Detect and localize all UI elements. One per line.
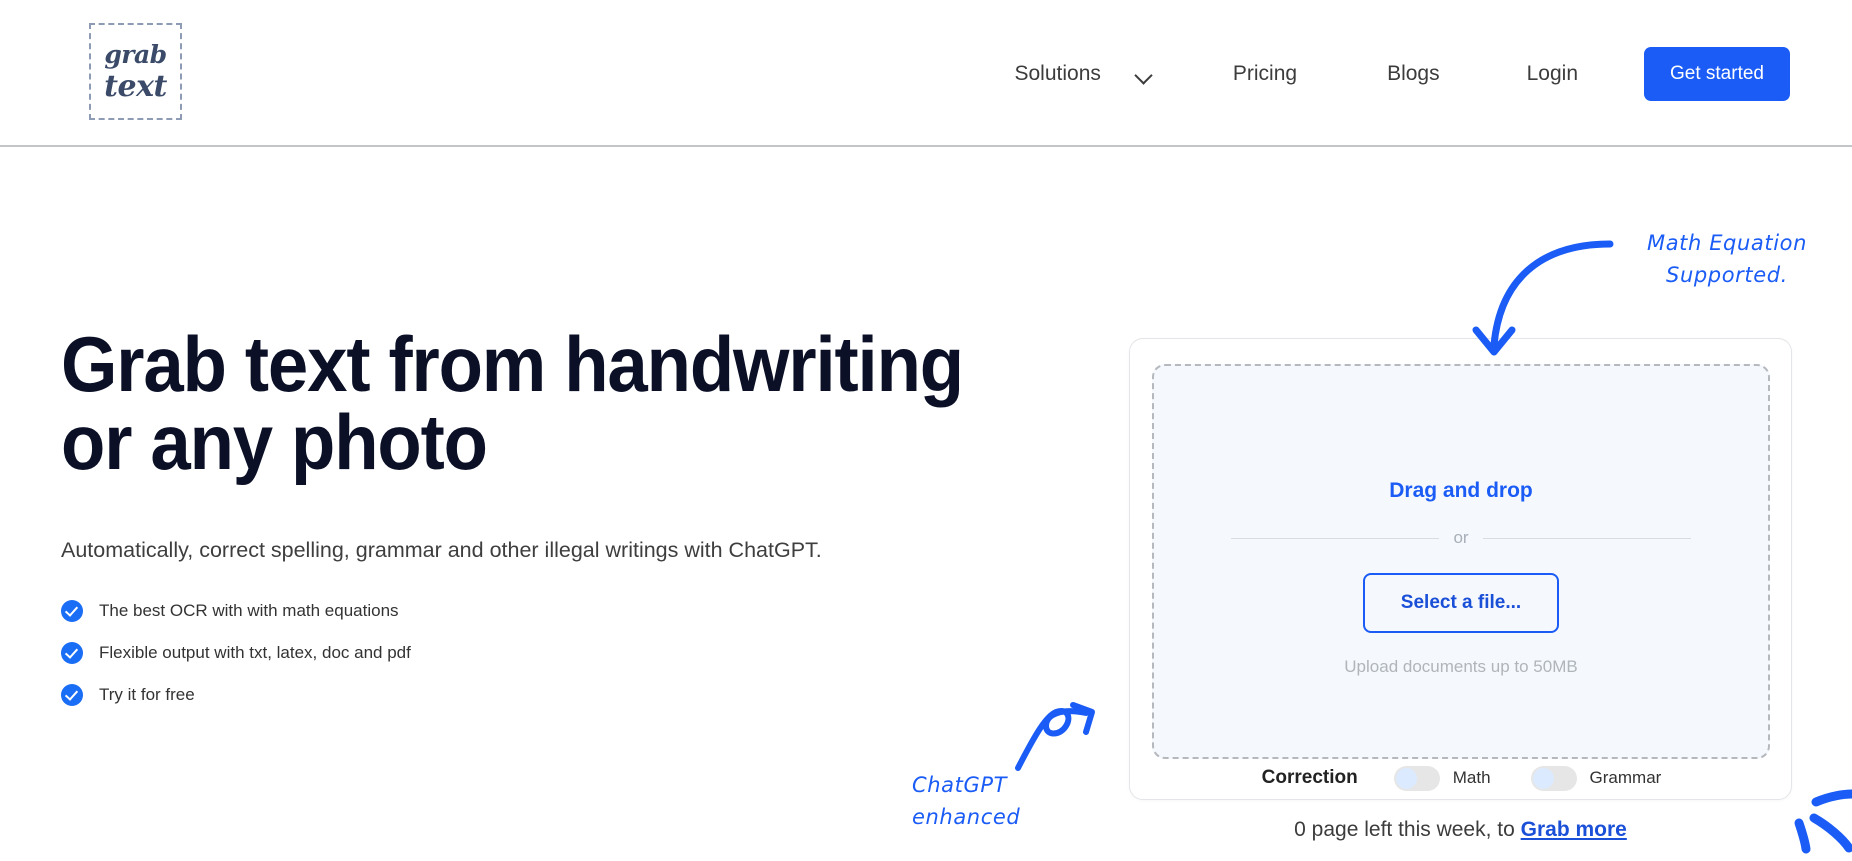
or-divider: or (1231, 528, 1691, 548)
annotation-chatgpt-line-2: enhanced (912, 804, 1021, 829)
upload-size-hint: Upload documents up to 50MB (1344, 657, 1578, 676)
sparkle-burst-icon (1794, 789, 1852, 854)
check-circle-icon (61, 642, 83, 665)
check-circle-icon (61, 600, 83, 623)
landing-page: grab text Solutions Pricing Blogs Login … (0, 0, 1852, 861)
divider-line-left (1231, 537, 1440, 539)
annotation-math-line-2: Supported. (1666, 262, 1788, 287)
list-item-label: Try it for free (99, 685, 195, 705)
grammar-toggle[interactable] (1530, 765, 1577, 791)
select-file-button[interactable]: Select a file... (1362, 573, 1560, 633)
logo-line-1: grab (104, 39, 167, 69)
nav-item-login[interactable]: Login (1527, 62, 1578, 86)
get-started-button[interactable]: Get started (1644, 46, 1790, 101)
annotation-math-line-1: Math Equation (1646, 231, 1807, 255)
nav-item-solutions[interactable]: Solutions (1014, 62, 1152, 86)
site-header: grab text Solutions Pricing Blogs Login … (0, 0, 1852, 147)
list-item: Flexible output with txt, latex, doc and… (61, 642, 1071, 665)
main-nav: Solutions Pricing Blogs Login Get starte… (1014, 0, 1790, 147)
annotation-math-equation: Math Equation Supported. (1632, 228, 1822, 291)
file-dropzone[interactable]: Drag and drop or Select a file... Upload… (1152, 364, 1770, 759)
math-toggle-label: Math (1452, 768, 1491, 787)
grab-more-link[interactable]: Grab more (1521, 818, 1627, 841)
toggle-knob (1395, 767, 1417, 789)
chevron-down-icon (1135, 69, 1153, 79)
or-label: or (1453, 528, 1469, 547)
nav-item-blogs[interactable]: Blogs (1387, 62, 1440, 86)
correction-label: Correction (1261, 767, 1358, 788)
nav-item-solutions-label: Solutions (1014, 61, 1101, 85)
hero-section: Grab text from handwriting or any photo … (61, 325, 1071, 726)
list-item-label: The best OCR with with math equations (99, 601, 399, 621)
list-item: The best OCR with with math equations (61, 600, 1071, 623)
feature-list: The best OCR with with math equations Fl… (61, 600, 1071, 707)
divider-line-right (1482, 537, 1691, 539)
drag-and-drop-label: Drag and drop (1389, 479, 1533, 502)
hero-subtitle: Automatically, correct spelling, grammar… (61, 538, 822, 562)
page-title: Grab text from handwriting or any photo (61, 320, 964, 486)
list-item: Try it for free (61, 684, 1071, 707)
curved-arrow-down-icon (1472, 240, 1614, 356)
list-item-label: Flexible output with txt, latex, doc and… (99, 643, 411, 663)
correction-controls: Correction Math Grammar (1130, 757, 1793, 799)
quota-text: 0 page left this week, to (1294, 818, 1515, 841)
grammar-toggle-label: Grammar (1589, 768, 1662, 787)
annotation-chatgpt-enhanced: ChatGPT enhanced (912, 770, 1020, 833)
logo[interactable]: grab text (89, 23, 182, 120)
annotation-chatgpt-line-1: ChatGPT (912, 773, 1008, 797)
nav-item-pricing[interactable]: Pricing (1233, 62, 1297, 86)
quota-line: 0 page left this week, to Grab more (1129, 818, 1792, 842)
logo-line-2: text (104, 68, 167, 104)
upload-card: Drag and drop or Select a file... Upload… (1129, 338, 1792, 800)
toggle-knob (1532, 767, 1554, 789)
check-circle-icon (61, 684, 83, 707)
math-toggle[interactable] (1393, 765, 1440, 791)
